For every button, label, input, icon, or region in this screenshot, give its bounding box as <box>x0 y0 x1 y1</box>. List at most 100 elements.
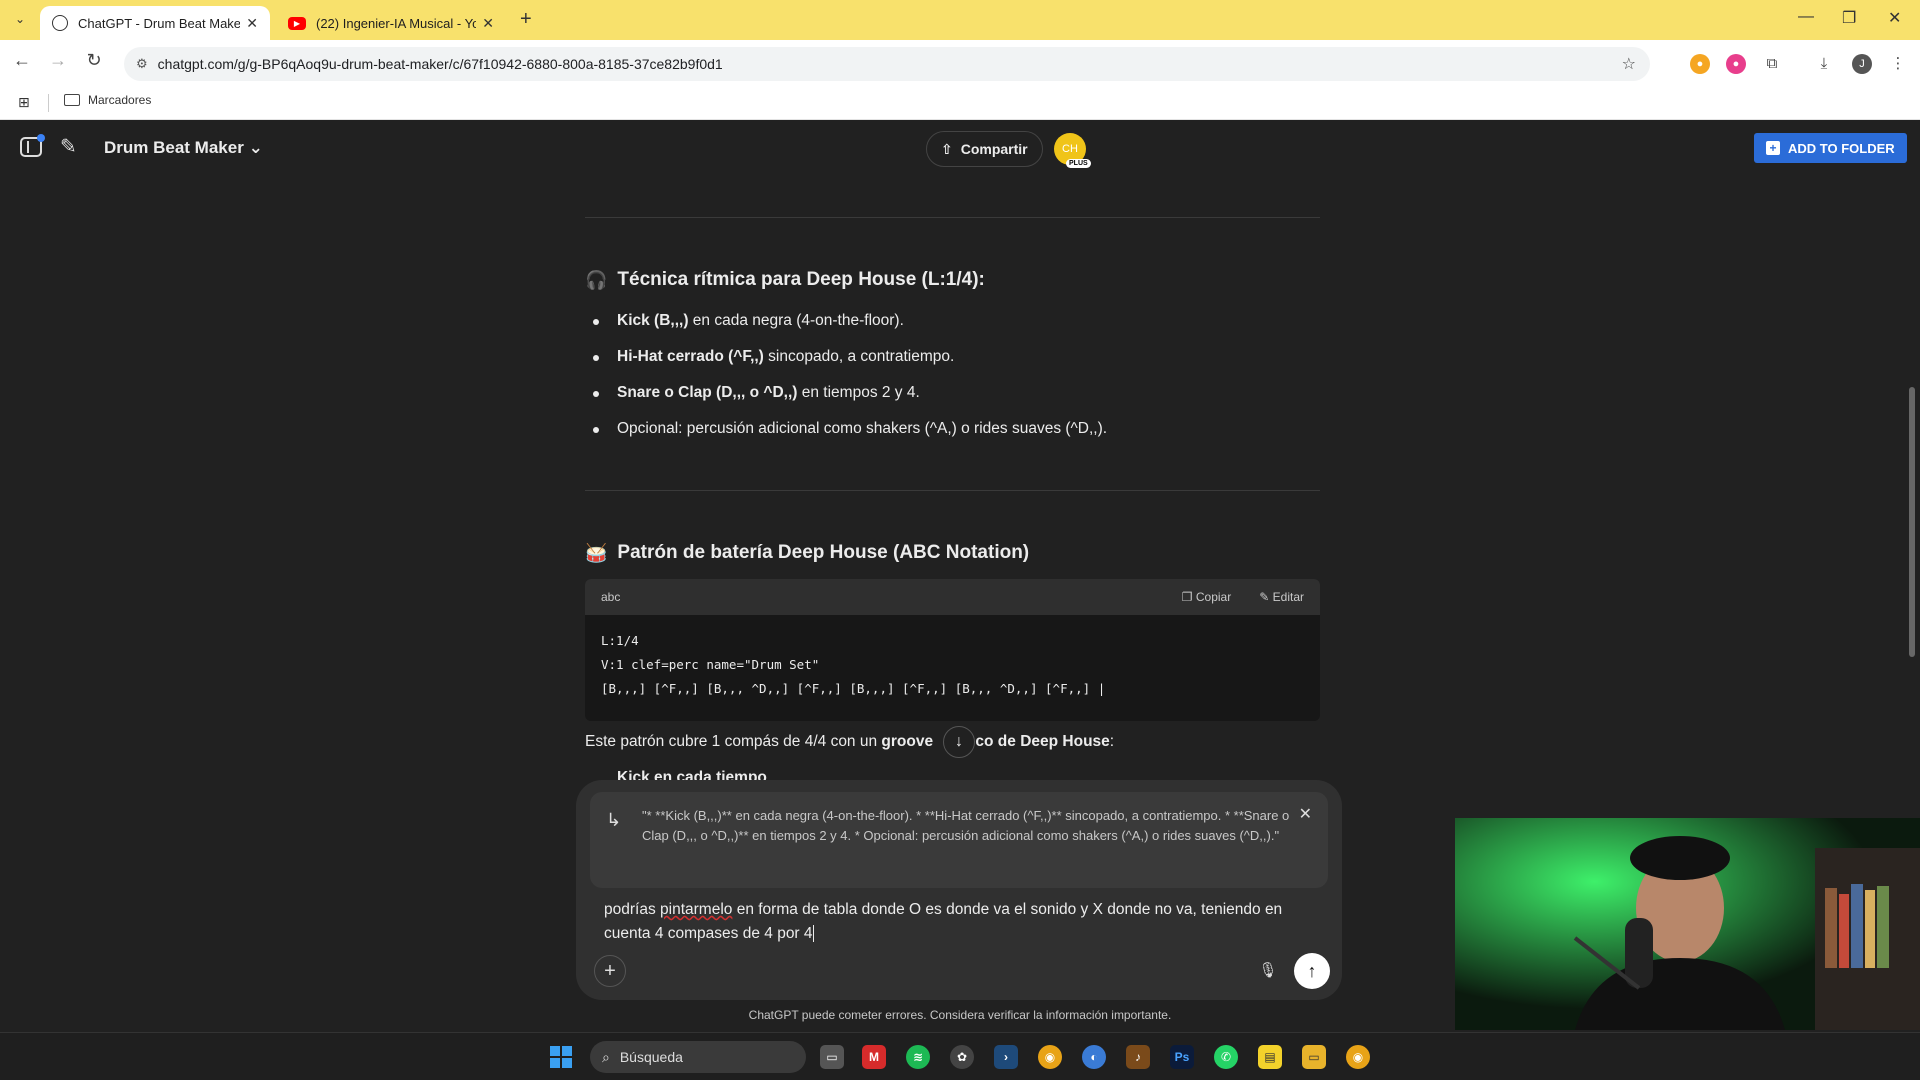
microphone-icon[interactable]: 🎙 <box>1252 955 1284 987</box>
code-block: abc ❐ Copiar ✎ Editar L:1/4 V:1 clef=perc… <box>585 579 1320 721</box>
divider <box>48 94 49 112</box>
code-content: L:1/4 V:1 clef=perc name="Drum Set" [B,,,]… <box>585 615 1320 715</box>
extension-icon[interactable]: ● <box>1726 54 1746 74</box>
openai-app-icon[interactable]: ✿ <box>950 1045 974 1069</box>
add-to-folder-button[interactable]: + ADD TO FOLDER <box>1754 133 1907 163</box>
taskbar-search[interactable]: ⌕ Búsqueda <box>590 1041 806 1073</box>
code-line: [B,,,] [^F,,] [B,,, ^D,,] [^F,,] [B,,,] … <box>601 681 1106 696</box>
webcam-video <box>1455 818 1920 1030</box>
tab-chatgpt[interactable]: ChatGPT - Drum Beat Maker ✕ <box>40 6 270 40</box>
text-caret <box>812 925 814 943</box>
browser-tabstrip: ⌄ ChatGPT - Drum Beat Maker ✕ ▶ (22) Ing… <box>0 0 1920 40</box>
url-text: chatgpt.com/g/g-BP6qAoq9u-drum-beat-make… <box>157 56 723 72</box>
chrome-icon[interactable]: ◉ <box>1038 1045 1062 1069</box>
edit-icon: ✎ <box>1259 590 1270 604</box>
back-icon[interactable]: ← <box>10 50 34 71</box>
reload-icon[interactable]: ↻ <box>82 50 106 71</box>
list-item: Snare o Clap (D,,, o ^D,,) en tiempos 2 … <box>585 383 1320 419</box>
close-window-icon[interactable]: ✕ <box>1888 8 1901 28</box>
extension-icon[interactable]: ● <box>1690 54 1710 74</box>
browser-toolbar: ← → ↻ ⚙ chatgpt.com/g/g-BP6qAoq9u-drum-b… <box>0 40 1920 86</box>
folder-icon <box>64 94 80 106</box>
add-to-folder-label: ADD TO FOLDER <box>1788 140 1895 156</box>
reply-arrow-icon: ↳ <box>606 810 622 830</box>
scrollbar[interactable] <box>1908 177 1916 787</box>
share-label: Compartir <box>960 141 1028 157</box>
close-tab-icon[interactable]: ✕ <box>246 15 258 32</box>
gpt-selector[interactable]: Drum Beat Maker ⌄ <box>104 138 263 158</box>
extensions-puzzle-icon[interactable]: ⧉ <box>1762 54 1782 74</box>
spotify-icon[interactable]: ≋ <box>906 1045 930 1069</box>
app-icon[interactable]: ◐ <box>1082 1045 1106 1069</box>
webcam-overlay <box>1455 818 1920 1030</box>
edit-code-button[interactable]: ✎ Editar <box>1259 590 1304 604</box>
chrome-active-icon[interactable]: ◉ <box>1346 1045 1370 1069</box>
copy-icon: ❐ <box>1181 590 1193 604</box>
headphones-icon: 🎧 <box>585 269 608 290</box>
new-tab-button[interactable]: + <box>520 8 532 31</box>
download-icon[interactable]: ⤓ <box>1814 54 1834 74</box>
restore-icon[interactable]: ❐ <box>1842 8 1856 28</box>
openai-icon <box>52 15 68 31</box>
task-view-icon[interactable]: ▭ <box>820 1045 844 1069</box>
technique-list: Kick (B,,,) en cada negra (4-on-the-floo… <box>585 311 1320 455</box>
tab-youtube[interactable]: ▶ (22) Ingenier-IA Musical - YouTube ✕ <box>276 6 506 40</box>
prompt-input[interactable]: podrías pintarmelo en forma de tabla don… <box>604 898 1316 946</box>
bookmark-folder[interactable]: Marcadores <box>64 93 151 107</box>
file-explorer-icon[interactable]: ▭ <box>1302 1045 1326 1069</box>
minimize-icon[interactable]: — <box>1798 8 1814 26</box>
plan-badge: PLUS <box>1066 159 1091 168</box>
code-line: L:1/4 <box>601 633 639 648</box>
apps-grid-icon[interactable]: ⊞ <box>18 94 30 111</box>
chevron-down-icon: ⌄ <box>248 138 263 157</box>
code-language: abc <box>601 590 621 604</box>
divider <box>585 217 1320 218</box>
list-item: Kick (B,,,) en cada negra (4-on-the-floo… <box>585 311 1320 347</box>
scroll-to-bottom-button[interactable]: ↓ <box>943 726 975 758</box>
fl-studio-icon[interactable]: ♪ <box>1126 1045 1150 1069</box>
section-heading: 🥁 Patrón de batería Deep House (ABC Nota… <box>585 542 1030 563</box>
profile-avatar[interactable]: J <box>1852 54 1872 74</box>
quoted-reply: ↳ "* **Kick (B,,,)** en cada negra (4-on… <box>590 792 1328 888</box>
share-button[interactable]: ⇧ Compartir <box>926 131 1043 167</box>
youtube-icon: ▶ <box>288 16 306 30</box>
composer: ↳ "* **Kick (B,,,)** en cada negra (4-on… <box>576 780 1342 1000</box>
drum-icon: 🥁 <box>585 542 608 563</box>
share-icon: ⇧ <box>941 140 953 157</box>
sticky-notes-icon[interactable]: ▤ <box>1258 1045 1282 1069</box>
search-icon: ⌕ <box>602 1048 610 1065</box>
bookmark-star-icon[interactable]: ☆ <box>1622 54 1636 74</box>
forward-icon[interactable]: → <box>46 50 70 71</box>
whatsapp-icon[interactable]: ✆ <box>1214 1045 1238 1069</box>
code-line: V:1 clef=perc name="Drum Set" <box>601 657 820 672</box>
address-bar[interactable]: ⚙ chatgpt.com/g/g-BP6qAoq9u-drum-beat-ma… <box>124 47 1650 81</box>
attach-button[interactable]: + <box>594 955 626 987</box>
bookmark-folder-label: Marcadores <box>88 93 152 107</box>
windows-start-icon[interactable] <box>550 1046 572 1068</box>
bookmarks-bar: ⊞ Marcadores <box>0 86 1920 120</box>
gmail-icon[interactable]: M <box>862 1045 886 1069</box>
tab-title: (22) Ingenier-IA Musical - YouTube <box>316 15 477 31</box>
scrollbar-thumb[interactable] <box>1909 387 1915 657</box>
site-info-icon[interactable]: ⚙ <box>136 56 148 72</box>
quoted-text: "* **Kick (B,,,)** en cada negra (4-on-t… <box>642 808 1290 843</box>
close-tab-icon[interactable]: ✕ <box>482 15 494 32</box>
terminal-app-icon[interactable]: › <box>994 1045 1018 1069</box>
list-item: Opcional: percusión adicional como shake… <box>585 419 1320 455</box>
tab-search-icon[interactable]: ⌄ <box>10 9 30 29</box>
code-header: abc ❐ Copiar ✎ Editar <box>585 579 1320 615</box>
send-button[interactable]: ↑ <box>1294 953 1330 989</box>
copy-code-button[interactable]: ❐ Copiar <box>1182 590 1231 604</box>
os-taskbar: ⌕ Búsqueda ▭ M ≋ ✿ › ◉ ◐ ♪ Ps ✆ ▤ ▭ ◉ <box>0 1032 1920 1080</box>
close-icon[interactable]: ✕ <box>1299 804 1312 824</box>
browser-menu-icon[interactable]: ⋮ <box>1888 54 1908 74</box>
new-chat-icon[interactable]: ✎ <box>60 134 77 159</box>
sidebar-toggle-icon[interactable] <box>20 134 45 157</box>
conversation: 🎧 Técnica rítmica para Deep House (L:1/4… <box>585 177 1320 787</box>
notification-dot <box>37 134 45 142</box>
plus-icon: + <box>1766 141 1780 155</box>
response-paragraph: Este patrón cubre 1 compás de 4/4 con un… <box>585 733 1115 750</box>
photoshop-icon[interactable]: Ps <box>1170 1045 1194 1069</box>
divider <box>585 490 1320 491</box>
section-heading: 🎧 Técnica rítmica para Deep House (L:1/4… <box>585 269 985 290</box>
